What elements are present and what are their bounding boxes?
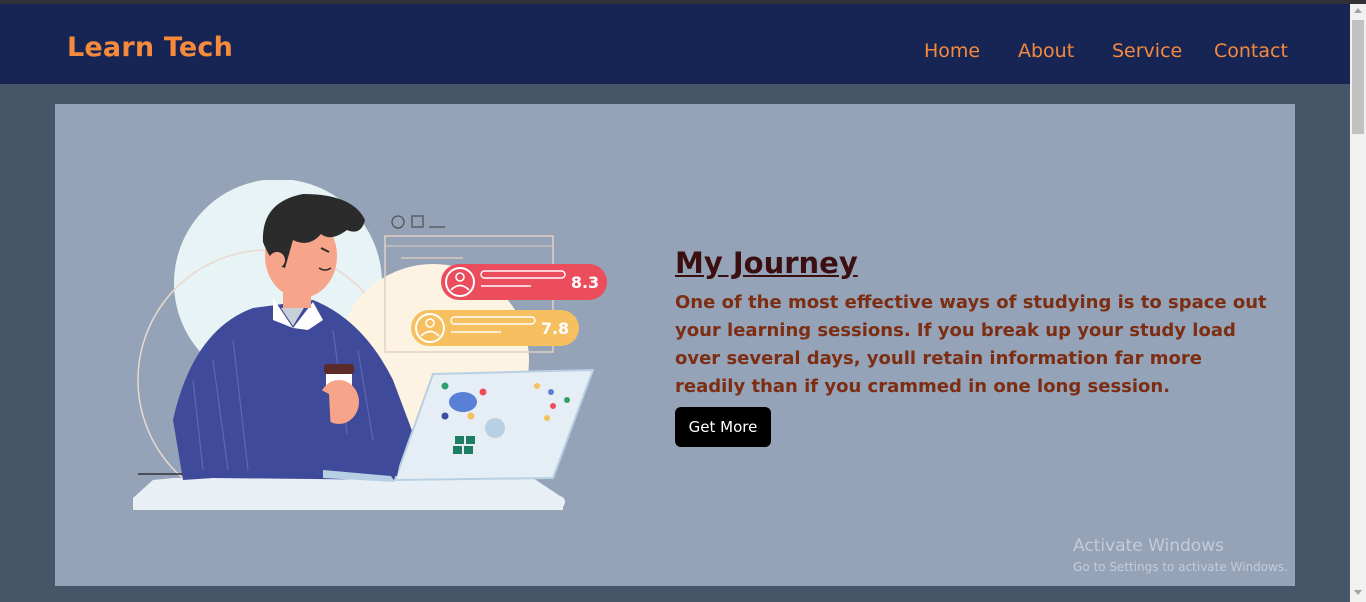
scroll-up-arrow-icon[interactable] <box>1354 8 1362 13</box>
watermark-title: Activate Windows <box>1073 536 1224 556</box>
hero-title: My Journey <box>675 246 858 280</box>
get-more-button[interactable]: Get More <box>675 407 771 447</box>
score-yellow: 7.8 <box>541 319 569 338</box>
score-badge-yellow: 7.8 <box>411 310 579 346</box>
scroll-down-arrow-icon[interactable] <box>1354 590 1362 595</box>
score-red: 8.3 <box>571 273 599 292</box>
scrollbar-thumb[interactable] <box>1352 20 1364 134</box>
hero-description: One of the most effective ways of studyi… <box>675 292 1267 397</box>
nav-service[interactable]: Service <box>1112 40 1182 62</box>
score-badge-red: 8.3 <box>441 264 607 300</box>
windows-activation-watermark: Activate Windows Go to Settings to activ… <box>1073 536 1288 574</box>
nav-home[interactable]: Home <box>924 40 980 62</box>
nav-about[interactable]: About <box>1018 40 1074 62</box>
watermark-subtitle: Go to Settings to activate Windows. <box>1073 560 1288 574</box>
navbar: Learn Tech Home About Service Contact <box>0 4 1350 84</box>
brand-logo[interactable]: Learn Tech <box>67 32 233 63</box>
student-laptop-illustration: 8.3 7.8 <box>133 180 607 510</box>
hero-card: 8.3 7.8 My Journey One of the most effec… <box>55 104 1295 586</box>
nav-contact[interactable]: Contact <box>1214 40 1288 62</box>
